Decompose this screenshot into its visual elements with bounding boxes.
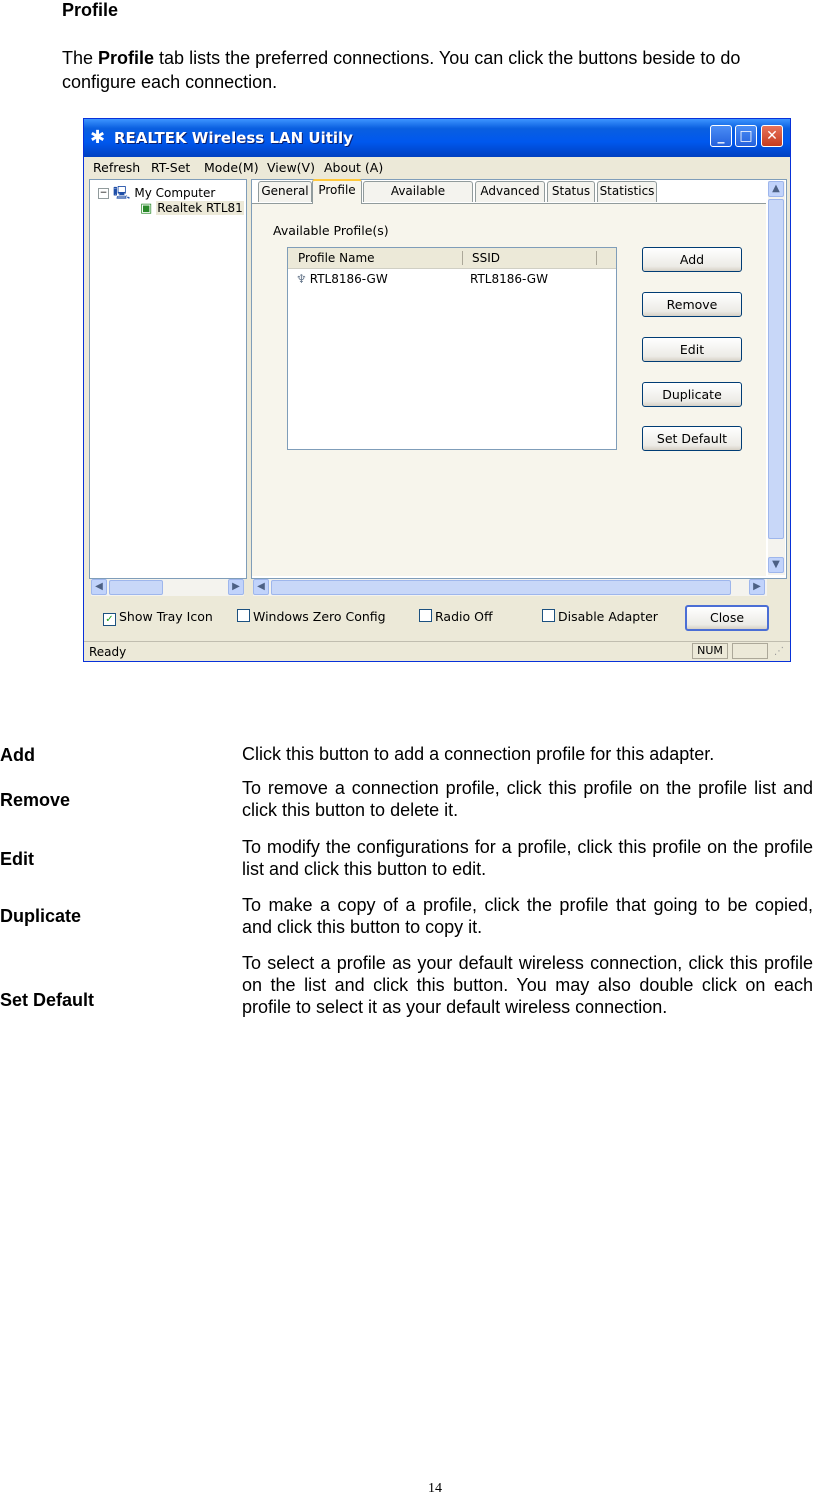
checkbox-label: Show Tray Icon <box>119 609 213 624</box>
tree-root-label: My Computer <box>134 186 216 200</box>
term-set-default: Set Default <box>0 990 95 1010</box>
status-text: Ready <box>89 645 127 659</box>
intro-paragraph: The Profile tab lists the preferred conn… <box>62 46 813 94</box>
maximize-button[interactable]: □ <box>735 125 757 147</box>
menu-view[interactable]: View(V) <box>267 160 315 175</box>
scroll-left-icon[interactable]: ◀ <box>253 579 269 595</box>
term-duplicate: Duplicate <box>0 906 82 926</box>
antenna-icon: ♆ <box>296 272 307 286</box>
page-number: 14 <box>428 1481 442 1496</box>
checkbox-icon[interactable] <box>542 609 555 622</box>
tab-status[interactable]: Status <box>547 181 595 202</box>
list-header: Profile Name SSID <box>288 248 616 269</box>
description-add: Click this button to add a connection pr… <box>242 744 715 764</box>
profile-name-text: RTL8186-GW <box>309 272 388 286</box>
menu-refresh[interactable]: Refresh <box>93 160 140 175</box>
status-bar: Ready NUM ⋰ <box>84 641 790 662</box>
profile-list[interactable]: Profile Name SSID ♆ RTL8186-GW RTL8186-GW <box>287 247 617 450</box>
vertical-scrollbar[interactable]: ▲ ▼ <box>768 181 785 575</box>
ssid-cell: RTL8186-GW <box>470 272 548 286</box>
show-tray-icon-checkbox[interactable]: ✓ Show Tray Icon <box>103 609 213 626</box>
tree-horizontal-scrollbar[interactable]: ◀ ▶ <box>91 579 244 596</box>
scroll-thumb[interactable] <box>768 199 784 539</box>
window-title: REALTEK Wireless LAN Uitily <box>114 129 353 147</box>
close-button[interactable]: Close <box>685 605 769 631</box>
term-edit: Edit <box>0 849 34 869</box>
tab-statistics[interactable]: Statistics <box>597 181 657 202</box>
radio-off-checkbox[interactable]: Radio Off <box>419 609 493 624</box>
scroll-thumb[interactable] <box>109 580 163 595</box>
column-ssid[interactable]: SSID <box>472 251 500 265</box>
tree-child-label: Realtek RTL81 <box>156 201 244 215</box>
tree-item-adapter[interactable]: ▣ Realtek RTL81 <box>140 200 244 216</box>
window-close-button[interactable]: ✕ <box>761 125 783 147</box>
menu-bar: Refresh RT-Set Mode(M) View(V) About (A) <box>84 157 790 177</box>
checkbox-checked-icon[interactable]: ✓ <box>103 613 116 626</box>
minimize-button[interactable]: _ <box>710 125 732 147</box>
tab-general[interactable]: General <box>258 181 312 202</box>
tab-advanced[interactable]: Advanced <box>475 181 545 202</box>
panel-horizontal-scrollbar[interactable]: ◀ ▶ <box>253 579 767 596</box>
description-remove: To remove a connection profile, click th… <box>242 778 813 820</box>
description-edit: To modify the configurations for a profi… <box>242 837 813 879</box>
column-divider <box>462 251 463 265</box>
scroll-right-icon[interactable]: ▶ <box>228 579 244 595</box>
intro-prefix: The <box>62 48 99 68</box>
scroll-thumb[interactable] <box>271 580 731 595</box>
checkbox-label: Windows Zero Config <box>253 609 386 624</box>
term-remove: Remove <box>0 790 71 810</box>
add-button[interactable]: Add <box>642 247 742 272</box>
utility-window: ✱ REALTEK Wireless LAN Uitily _ □ ✕ Refr… <box>83 118 791 662</box>
set-default-button[interactable]: Set Default <box>642 426 742 451</box>
column-divider <box>596 251 597 265</box>
checkbox-icon[interactable] <box>237 609 250 622</box>
scroll-up-icon[interactable]: ▲ <box>768 181 784 197</box>
remove-button[interactable]: Remove <box>642 292 742 317</box>
title-bar: ✱ REALTEK Wireless LAN Uitily _ □ ✕ <box>84 119 790 157</box>
collapse-icon[interactable]: − <box>98 188 109 199</box>
scroll-right-icon[interactable]: ▶ <box>749 579 765 595</box>
status-cell <box>732 643 768 659</box>
section-heading: Profile <box>62 0 119 20</box>
checkbox-label: Radio Off <box>435 609 493 624</box>
intro-rest: tab lists the preferred connections. You… <box>62 48 741 92</box>
menu-about[interactable]: About (A) <box>324 160 383 175</box>
term-add: Add <box>0 745 35 765</box>
checkbox-icon[interactable] <box>419 609 432 622</box>
column-profile-name[interactable]: Profile Name <box>298 251 375 265</box>
tab-available-network[interactable]: Available Network <box>363 181 473 217</box>
computer-icon: 🖳 <box>113 186 131 201</box>
resize-grip-icon[interactable]: ⋰ <box>774 646 784 657</box>
app-icon: ✱ <box>90 127 106 148</box>
description-duplicate: To make a copy of a profile, click the p… <box>242 895 813 937</box>
device-tree: − 🖳 My Computer ▣ Realtek RTL81 <box>89 179 247 579</box>
tab-profile[interactable]: Profile <box>312 179 362 204</box>
intro-bold: Profile <box>98 48 155 68</box>
available-profiles-label: Available Profile(s) <box>273 223 389 238</box>
menu-rt-set[interactable]: RT-Set <box>151 160 190 175</box>
profile-name-cell: ♆ RTL8186-GW <box>296 272 388 286</box>
description-set-default: To select a profile as your default wire… <box>242 953 813 1017</box>
edit-button[interactable]: Edit <box>642 337 742 362</box>
num-lock-indicator: NUM <box>692 643 728 659</box>
disable-adapter-checkbox[interactable]: Disable Adapter <box>542 609 658 624</box>
adapter-icon: ▣ <box>140 201 153 216</box>
scroll-down-icon[interactable]: ▼ <box>768 557 784 573</box>
checkbox-label: Disable Adapter <box>558 609 658 624</box>
scroll-left-icon[interactable]: ◀ <box>91 579 107 595</box>
windows-zero-config-checkbox[interactable]: Windows Zero Config <box>237 609 386 624</box>
duplicate-button[interactable]: Duplicate <box>642 382 742 407</box>
menu-mode[interactable]: Mode(M) <box>204 160 259 175</box>
